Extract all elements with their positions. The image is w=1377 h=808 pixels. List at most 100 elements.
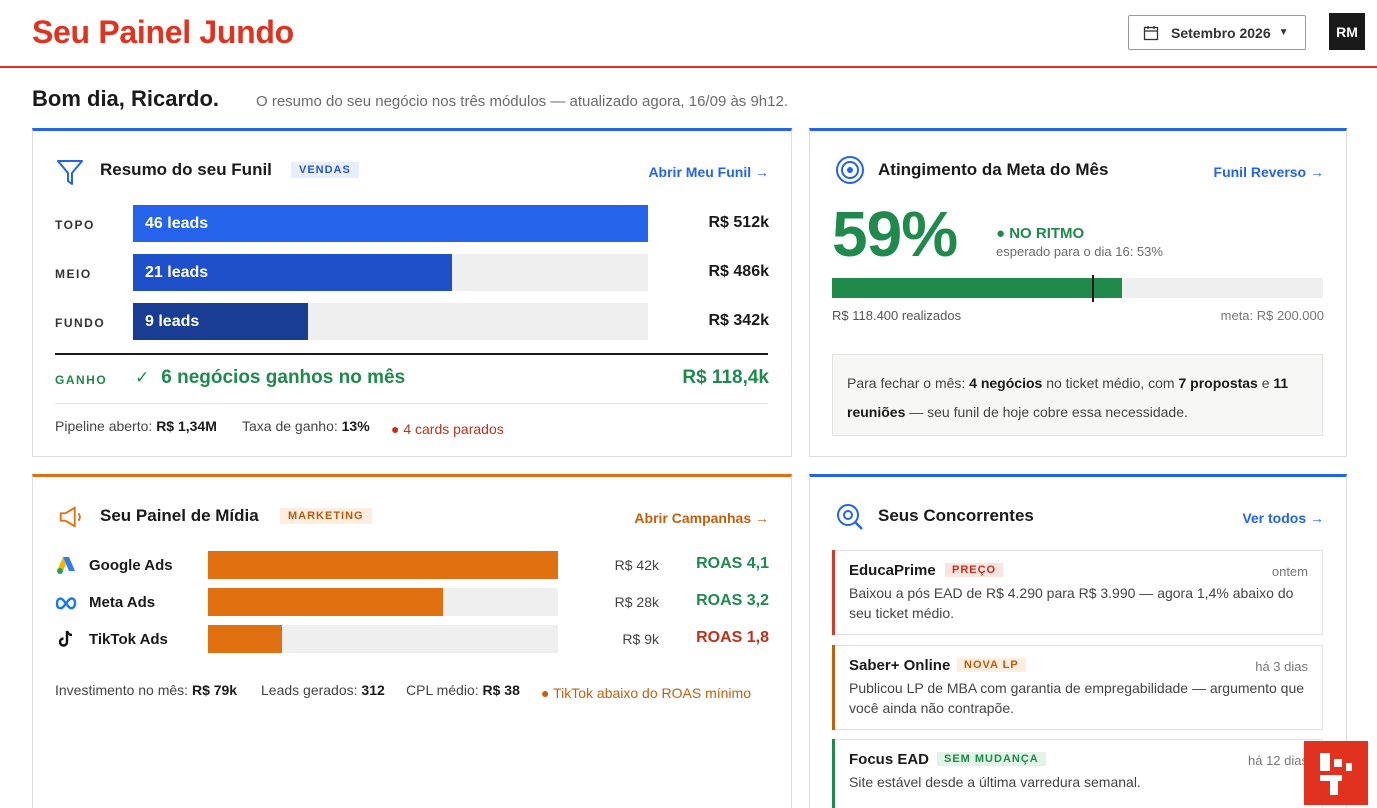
funnel-stage-value: R$ 486k bbox=[708, 263, 770, 280]
funnel-stage-bar[interactable]: 9 leads bbox=[133, 303, 648, 340]
funnel-stage-bar[interactable]: 46 leads bbox=[133, 205, 648, 242]
open-campaigns-link[interactable]: Abrir Campanhas → bbox=[634, 510, 769, 526]
media-spend-fill bbox=[208, 588, 443, 616]
competitor-tag: SEM MUDANÇA bbox=[937, 752, 1046, 766]
competitor-item[interactable]: Focus EAD SEM MUDANÇA há 12 dias Site estáv… bbox=[832, 739, 1323, 808]
media-title: Seu Painel de Mídia bbox=[100, 506, 259, 525]
competitor-status-bar bbox=[832, 739, 835, 808]
media-spend-bar[interactable] bbox=[208, 551, 558, 579]
media-card: Seu Painel de Mídia MARKETING Abrir Camp… bbox=[32, 474, 792, 808]
competitor-tag: PREÇO bbox=[945, 563, 1004, 577]
funnel-stage-value: R$ 512k bbox=[708, 214, 770, 231]
chevron-down-icon: ▼ bbox=[1278, 27, 1289, 38]
won-label: GANHO bbox=[55, 373, 108, 387]
funnel-footer-divider bbox=[55, 403, 768, 404]
target-icon bbox=[836, 156, 864, 184]
won-value: R$ 118,4k bbox=[682, 367, 769, 388]
funnel-stage-label: FUNDO bbox=[55, 316, 106, 330]
media-spend-bar[interactable] bbox=[208, 625, 558, 653]
competitor-description: Site estável desde a última varredura se… bbox=[849, 774, 1141, 790]
competitor-time: há 12 dias bbox=[1248, 753, 1308, 768]
competitor-status-bar bbox=[832, 645, 835, 730]
expected-pace-marker bbox=[1092, 275, 1095, 302]
funnel-stage-leads: 9 leads bbox=[133, 303, 309, 340]
media-spend-fill bbox=[208, 625, 282, 653]
media-spend-value: R$ 28k bbox=[614, 594, 659, 610]
media-channel-name: TikTok Ads bbox=[89, 631, 168, 648]
funnel-divider bbox=[55, 353, 768, 355]
view-all-competitors-link[interactable]: Ver todos → bbox=[1242, 510, 1324, 526]
media-roas-value: ROAS 4,1 bbox=[696, 555, 769, 572]
search-icon bbox=[837, 504, 863, 530]
stalled-cards-alert[interactable]: ● 4 cards parados bbox=[391, 421, 504, 437]
goal-card: Atingimento da Meta do Mês Funil Reverso… bbox=[809, 128, 1347, 457]
app-logo-icon bbox=[1320, 753, 1352, 795]
calendar-icon bbox=[1143, 25, 1159, 40]
brand-title: Seu Painel Jundo bbox=[32, 14, 294, 50]
megaphone-icon bbox=[59, 506, 81, 528]
competitor-status-bar bbox=[832, 550, 835, 635]
tiktok-roas-alert[interactable]: ● TikTok abaixo do ROAS mínimo bbox=[541, 685, 751, 701]
media-tag: MARKETING bbox=[280, 508, 372, 524]
competitor-name: Focus EAD bbox=[849, 751, 930, 768]
leads-stat: Leads gerados: 312 bbox=[261, 682, 385, 698]
cpl-stat: CPL médio: R$ 38 bbox=[406, 682, 520, 698]
pipeline-stat: Pipeline aberto: R$ 1,34M bbox=[55, 418, 217, 434]
goal-progress-fill bbox=[832, 278, 1122, 298]
greeting-subtitle: O resumo do seu negócio nos três módulos… bbox=[256, 93, 788, 110]
competitor-name: Saber+ Online bbox=[849, 657, 951, 674]
media-spend-value: R$ 9k bbox=[622, 631, 659, 647]
filter-icon bbox=[57, 160, 83, 185]
funnel-stage-leads: 21 leads bbox=[133, 254, 453, 291]
funnel-stage-value: R$ 342k bbox=[708, 312, 770, 329]
google-ads-icon bbox=[55, 554, 77, 576]
competitors-title: Seus Concorrentes bbox=[878, 506, 1034, 525]
investment-stat: Investimento no mês: R$ 79k bbox=[55, 682, 238, 698]
goal-progress-track bbox=[832, 278, 1323, 298]
media-spend-fill bbox=[208, 551, 558, 579]
competitor-name: EducaPrime bbox=[849, 562, 936, 579]
competitor-description: Baixou a pós EAD de R$ 4.290 para R$ 3.9… bbox=[849, 585, 1294, 621]
tiktok-icon bbox=[55, 628, 77, 650]
competitor-item[interactable]: Saber+ Online NOVA LP há 3 dias Publicou LP… bbox=[832, 645, 1323, 730]
pace-status: ● NO RITMO bbox=[996, 225, 1085, 242]
goal-realized: R$ 118.400 realizados bbox=[832, 308, 962, 323]
win-rate-stat: Taxa de ganho: 13% bbox=[242, 418, 370, 434]
goal-percent: 59% bbox=[832, 198, 958, 270]
user-avatar[interactable]: RM bbox=[1329, 13, 1365, 50]
funnel-title: Resumo do seu Funil bbox=[100, 160, 272, 179]
media-channel-name: Meta Ads bbox=[89, 594, 156, 611]
funnel-stage-bar[interactable]: 21 leads bbox=[133, 254, 648, 291]
media-roas-value: ROAS 3,2 bbox=[696, 592, 769, 609]
top-header: Seu Painel Jundo Setembro 2026 ▼ RM bbox=[0, 0, 1377, 68]
goal-note: Para fechar o mês: 4 negócios no ticket … bbox=[832, 354, 1323, 436]
pace-expected: esperado para o dia 16: 53% bbox=[996, 244, 1163, 259]
funnel-tag: VENDAS bbox=[291, 162, 359, 178]
check-icon: ✓ bbox=[135, 368, 150, 387]
media-roas-value: ROAS 1,8 bbox=[696, 629, 769, 646]
competitor-tag: NOVA LP bbox=[957, 658, 1026, 672]
help-fab-button[interactable] bbox=[1304, 741, 1368, 805]
reverse-funnel-link[interactable]: Funil Reverso → bbox=[1214, 164, 1324, 180]
open-funnel-link[interactable]: Abrir Meu Funil → bbox=[648, 164, 769, 180]
funnel-card: Resumo do seu Funil VENDAS Abrir Meu Fun… bbox=[32, 128, 792, 457]
competitor-description: Publicou LP de MBA com garantia de empre… bbox=[849, 680, 1305, 716]
won-text: ✓ 6 negócios ganhos no mês bbox=[135, 367, 405, 389]
won-text-label: 6 negócios ganhos no mês bbox=[161, 367, 406, 388]
funnel-stage-leads: 46 leads bbox=[133, 205, 648, 242]
month-select[interactable]: Setembro 2026 ▼ bbox=[1128, 15, 1306, 50]
media-channel-name: Google Ads bbox=[89, 557, 173, 574]
media-spend-bar[interactable] bbox=[208, 588, 558, 616]
competitor-item[interactable]: EducaPrime PREÇO ontem Baixou a pós EAD de … bbox=[832, 550, 1323, 635]
funnel-stage-label: MEIO bbox=[55, 267, 92, 281]
goal-target: meta: R$ 200.000 bbox=[1220, 308, 1324, 323]
greeting-title: Bom dia, Ricardo. bbox=[32, 86, 220, 111]
competitor-time: ontem bbox=[1271, 564, 1308, 579]
funnel-stage-label: TOPO bbox=[55, 218, 95, 232]
competitor-time: há 3 dias bbox=[1255, 659, 1308, 674]
competitors-card: Seus Concorrentes Ver todos → EducaPrime… bbox=[809, 474, 1347, 808]
goal-title: Atingimento da Meta do Mês bbox=[878, 160, 1109, 179]
meta-icon bbox=[55, 591, 77, 613]
month-label: Setembro 2026 bbox=[1171, 24, 1271, 41]
media-spend-value: R$ 42k bbox=[614, 557, 659, 573]
